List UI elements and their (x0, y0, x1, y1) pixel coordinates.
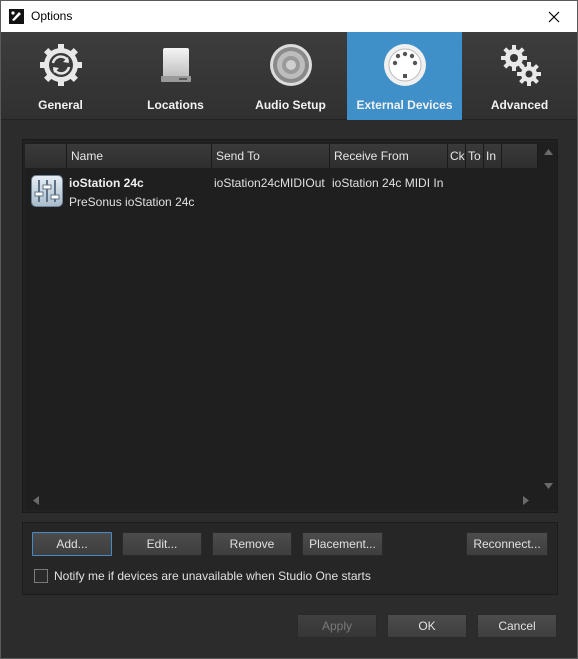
col-in-header[interactable]: In (484, 144, 502, 168)
scroll-right-icon[interactable] (523, 496, 529, 505)
notify-label: Notify me if devices are unavailable whe… (54, 569, 371, 583)
devices-panel: Name Send To Receive From Ck To In ioSta… (22, 139, 558, 513)
mixer-device-icon (31, 175, 63, 207)
col-ck-header[interactable]: Ck (448, 144, 466, 168)
options-window: Options General Locations Audio Setup Ex… (0, 0, 578, 659)
placement-button[interactable]: Placement... (302, 532, 383, 556)
tab-general[interactable]: General (3, 32, 118, 120)
table-header: Name Send To Receive From Ck To In (25, 144, 538, 168)
scroll-left-icon[interactable] (33, 496, 39, 505)
close-icon (548, 11, 560, 22)
apply-button[interactable]: Apply (297, 614, 377, 638)
reconnect-button[interactable]: Reconnect... (466, 532, 548, 556)
col-name-header[interactable]: Name (67, 144, 212, 168)
device-send-to: ioStation24cMIDIOut (214, 176, 325, 190)
device-name: ioStation 24c (69, 176, 144, 190)
speaker-icon (268, 42, 314, 88)
tab-locations[interactable]: Locations (118, 32, 233, 120)
scroll-down-icon[interactable] (544, 483, 553, 489)
col-filler-header (502, 144, 538, 168)
tab-general-label: General (38, 98, 83, 112)
device-actions-panel: Add... Edit... Remove Placement... Recon… (22, 522, 558, 595)
device-model: PreSonus ioStation 24c (69, 195, 195, 209)
edit-device-button[interactable]: Edit... (122, 532, 202, 556)
drive-icon (153, 42, 199, 88)
add-device-button[interactable]: Add... (32, 532, 112, 556)
col-send-to-header[interactable]: Send To (212, 144, 330, 168)
close-button[interactable] (531, 1, 577, 32)
devices-table: Name Send To Receive From Ck To In ioSta… (25, 142, 557, 510)
midi-port-icon (382, 42, 428, 88)
tab-audio-setup-label: Audio Setup (255, 98, 326, 112)
notify-checkbox[interactable] (34, 569, 48, 583)
tab-advanced[interactable]: Advanced (462, 32, 577, 120)
tab-advanced-label: Advanced (490, 98, 549, 112)
col-icon-header[interactable] (25, 144, 67, 168)
scroll-up-icon[interactable] (544, 149, 553, 155)
table-row[interactable]: ioStation 24c PreSonus ioStation 24c ioS… (25, 172, 538, 212)
refresh-gear-icon (38, 42, 84, 88)
title-bar: Options (1, 1, 577, 32)
cancel-button[interactable]: Cancel (477, 614, 557, 638)
vertical-scrollbar[interactable] (539, 142, 557, 510)
gears-icon (497, 42, 543, 88)
tab-external-devices-label: External Devices (356, 98, 453, 112)
tab-external-devices[interactable]: External Devices (347, 32, 462, 120)
tab-audio-setup[interactable]: Audio Setup (233, 32, 348, 120)
remove-device-button[interactable]: Remove (212, 532, 292, 556)
window-title: Options (31, 9, 73, 23)
horizontal-scrollbar[interactable] (25, 492, 538, 510)
col-receive-from-header[interactable]: Receive From (330, 144, 448, 168)
col-to-header[interactable]: To (466, 144, 484, 168)
device-receive-from: ioStation 24c MIDI In (332, 176, 444, 190)
tab-locations-label: Locations (147, 98, 204, 112)
app-icon (9, 9, 24, 24)
category-tabs: General Locations Audio Setup External D… (1, 32, 577, 120)
ok-button[interactable]: OK (387, 614, 467, 638)
